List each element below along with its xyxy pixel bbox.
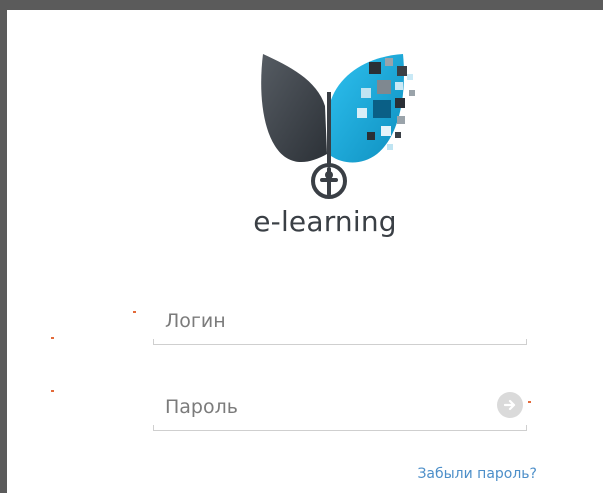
password-field-wrapper (153, 386, 527, 431)
brand-name: e-learning (253, 205, 397, 238)
arrow-right-circle-icon (503, 399, 516, 411)
decor-mark (51, 390, 54, 392)
login-input[interactable] (165, 304, 485, 338)
decor-mark (51, 337, 54, 339)
login-window: e-learning Забыли пароль? (0, 0, 603, 493)
decor-mark (133, 311, 136, 313)
submit-button[interactable] (497, 392, 523, 418)
forgot-password-link[interactable]: Забыли пароль? (367, 466, 537, 482)
login-field-wrapper (153, 300, 527, 345)
decor-mark (528, 401, 531, 403)
password-input[interactable] (165, 390, 485, 424)
elearning-logo (261, 54, 415, 199)
logo-blue-leaf (331, 54, 404, 163)
logo-dark-leaf (261, 54, 327, 163)
